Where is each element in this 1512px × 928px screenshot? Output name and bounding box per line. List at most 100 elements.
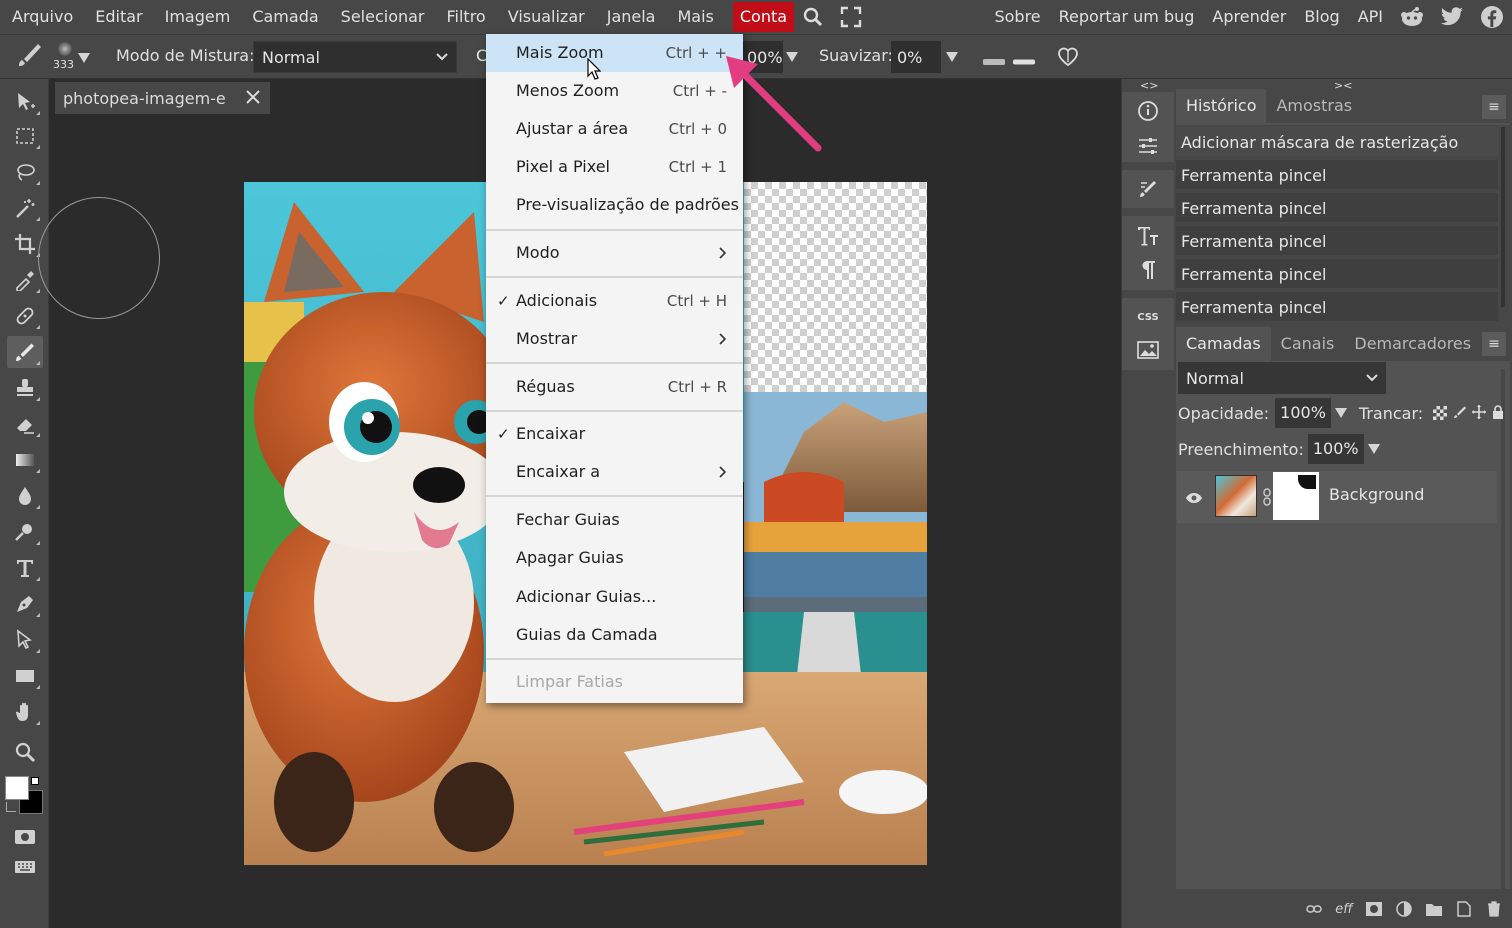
tab-camadas[interactable]: Camadas <box>1176 327 1271 361</box>
lock-position-icon[interactable] <box>1472 404 1487 423</box>
clone-stamp-tool-icon[interactable] <box>7 372 43 404</box>
layers-panel-menu-icon[interactable]: ≡ <box>1482 332 1506 356</box>
menu-item-modo[interactable]: Modo <box>486 234 743 272</box>
healing-brush-tool-icon[interactable] <box>7 300 43 332</box>
lock-pixels-icon[interactable] <box>1453 404 1467 423</box>
menu-item-reguas[interactable]: Réguas Ctrl + R <box>486 368 743 406</box>
default-colors-icon[interactable] <box>31 777 39 785</box>
menu-imagem[interactable]: Imagem <box>154 2 242 32</box>
layer-blend-select[interactable]: Normal <box>1178 362 1386 394</box>
link-api[interactable]: API <box>1349 2 1392 32</box>
menu-item-pixel-a-pixel[interactable]: Pixel a Pixel Ctrl + 1 <box>486 148 743 186</box>
type-tool-icon[interactable] <box>7 552 43 584</box>
tab-demarcadores[interactable]: Demarcadores <box>1344 327 1481 361</box>
lock-transparency-icon[interactable] <box>1433 406 1448 420</box>
eraser-tool-icon[interactable] <box>7 408 43 440</box>
twitter-icon[interactable] <box>1432 2 1472 32</box>
swap-colors-icon[interactable] <box>6 802 16 812</box>
menu-editar[interactable]: Editar <box>84 2 153 32</box>
menu-selecionar[interactable]: Selecionar <box>330 2 436 32</box>
brush-preset-dropdown-icon[interactable] <box>78 53 90 63</box>
new-layer-icon[interactable] <box>1454 899 1474 919</box>
close-icon[interactable] <box>244 88 262 110</box>
menu-item-encaixar-a[interactable]: Encaixar a <box>486 453 743 491</box>
link-reportar-bug[interactable]: Reportar um bug <box>1050 2 1204 32</box>
reddit-icon[interactable] <box>1392 2 1432 32</box>
foreground-color-swatch[interactable] <box>5 776 29 800</box>
menu-item-mostrar[interactable]: Mostrar <box>486 320 743 358</box>
keyboard-icon[interactable] <box>7 851 43 883</box>
menu-item-pre-visualizacao-padroes[interactable]: Pre-visualização de padrões <box>486 186 743 224</box>
collapse-panel-icon[interactable]: <> <box>1140 79 1158 92</box>
brush-preset-picker[interactable]: 333 <box>52 39 78 75</box>
image-icon[interactable] <box>1126 333 1170 367</box>
opacity-value[interactable]: 100% <box>1275 398 1331 428</box>
move-tool-icon[interactable] <box>7 86 43 118</box>
fill-dropdown-icon[interactable] <box>1367 444 1380 454</box>
opacity-dropdown-icon[interactable] <box>1334 408 1347 418</box>
tab-canais[interactable]: Canais <box>1271 327 1345 361</box>
link-aprender[interactable]: Aprender <box>1203 2 1295 32</box>
pressure-opacity-icon[interactable] <box>1012 52 1036 71</box>
link-icon[interactable] <box>1304 899 1324 919</box>
menu-item-fechar-guias[interactable]: Fechar Guias <box>486 501 743 539</box>
eye-icon[interactable] <box>1185 489 1203 508</box>
rectangle-shape-tool-icon[interactable] <box>7 660 43 692</box>
fullscreen-icon[interactable] <box>832 2 870 32</box>
paragraph-icon[interactable] <box>1126 253 1170 287</box>
character-icon[interactable] <box>1126 219 1170 253</box>
menu-arquivo[interactable]: Arquivo <box>0 2 84 32</box>
eyedropper-tool-icon[interactable] <box>7 264 43 296</box>
gradient-tool-icon[interactable] <box>7 444 43 476</box>
menu-item-adicionar-guias[interactable]: Adicionar Guias... <box>486 578 743 616</box>
blend-mode-select[interactable]: Normal <box>253 41 457 73</box>
menu-janela[interactable]: Janela <box>596 2 667 32</box>
facebook-icon[interactable] <box>1472 2 1512 32</box>
menu-item-guias-camada[interactable]: Guias da Camada <box>486 616 743 654</box>
brush-tool-button-icon[interactable] <box>7 336 43 368</box>
history-row[interactable]: Adicionar máscara de rasterização <box>1176 127 1498 158</box>
search-icon[interactable] <box>794 2 832 32</box>
adjustments-icon[interactable] <box>1126 129 1170 163</box>
zoom-tool-icon[interactable] <box>7 736 43 768</box>
history-row[interactable]: Ferramenta pincel <box>1176 160 1498 191</box>
history-row[interactable]: Ferramenta pincel <box>1176 292 1498 323</box>
info-icon[interactable] <box>1126 94 1170 128</box>
magic-wand-tool-icon[interactable] <box>7 192 43 224</box>
lasso-tool-icon[interactable] <box>7 156 43 188</box>
hand-tool-icon[interactable] <box>7 696 43 728</box>
menu-filtro[interactable]: Filtro <box>436 2 497 32</box>
menu-mais[interactable]: Mais <box>666 2 724 32</box>
menu-item-adicionais[interactable]: ✓ Adicionais Ctrl + H <box>486 282 743 320</box>
adjustment-icon[interactable] <box>1394 899 1414 919</box>
layers-scrollbar[interactable] <box>1501 369 1505 889</box>
document-tab[interactable]: photopea-imagem-e * <box>55 82 270 114</box>
tab-historico[interactable]: Histórico <box>1176 89 1267 123</box>
tab-amostras[interactable]: Amostras <box>1266 89 1362 123</box>
menu-item-ajustar-area[interactable]: Ajustar a área Ctrl + 0 <box>486 110 743 148</box>
link-sobre[interactable]: Sobre <box>985 2 1049 32</box>
menu-camada[interactable]: Camada <box>241 2 329 32</box>
smoothing-dropdown-icon[interactable] <box>946 52 958 62</box>
marquee-tool-icon[interactable] <box>7 120 43 152</box>
trash-icon[interactable] <box>1484 899 1504 919</box>
menu-item-encaixar[interactable]: ✓ Encaixar <box>486 415 743 453</box>
menu-item-menos-zoom[interactable]: Menos Zoom Ctrl + - <box>486 72 743 110</box>
effects-icon[interactable]: eff <box>1334 899 1354 919</box>
folder-icon[interactable] <box>1424 899 1444 919</box>
css-icon[interactable]: CSS <box>1126 300 1170 334</box>
path-select-tool-icon[interactable] <box>7 624 43 656</box>
layer-mask-thumbnail[interactable] <box>1273 472 1319 520</box>
brush-settings-icon[interactable] <box>1126 172 1170 206</box>
lock-all-icon[interactable] <box>1492 404 1504 423</box>
history-panel-menu-icon[interactable]: ≡ <box>1482 95 1506 119</box>
history-scrollbar[interactable] <box>1501 127 1505 307</box>
quick-mask-icon[interactable] <box>7 821 43 853</box>
dodge-tool-icon[interactable] <box>7 516 43 548</box>
blur-tool-icon[interactable] <box>7 480 43 512</box>
menu-conta[interactable]: Conta <box>732 2 795 32</box>
menu-item-mais-zoom[interactable]: Mais Zoom Ctrl + + <box>486 34 743 72</box>
mask-link-icon[interactable] <box>1262 488 1272 510</box>
layer-row-background[interactable]: Background <box>1177 471 1497 523</box>
menu-item-apagar-guias[interactable]: Apagar Guias <box>486 539 743 577</box>
